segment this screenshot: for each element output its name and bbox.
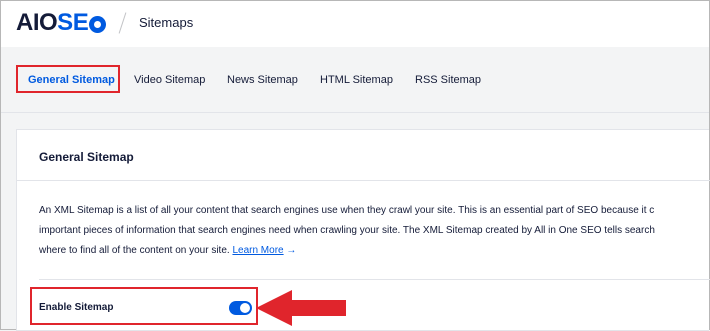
enable-sitemap-label: Enable Sitemap [39,302,114,313]
general-sitemap-card: General Sitemap An XML Sitemap is a list… [16,129,710,331]
tab-rss-sitemap[interactable]: RSS Sitemap [415,74,481,86]
settings-divider [39,279,710,280]
tab-video-sitemap[interactable]: Video Sitemap [134,74,205,86]
card-header-divider [17,180,710,181]
logo-text-s: S [57,9,73,36]
logo-text-e: E [72,9,89,36]
sitemap-tabs: General Sitemap Video Sitemap News Sitem… [1,47,709,113]
learn-more-link[interactable]: Learn More [232,245,283,256]
breadcrumb-separator [118,12,127,34]
red-arrow-left-icon [256,290,346,326]
breadcrumb: Sitemaps [139,15,194,30]
description-line-3-text: where to find all of the content on your… [39,245,230,256]
sitemap-description: An XML Sitemap is a list of all your con… [39,201,710,261]
logo-text-aio: AIO [16,9,58,36]
tabs-divider [1,112,709,113]
top-bar: AIO S E Sitemaps [1,1,709,47]
toggle-knob [240,303,250,313]
enable-sitemap-toggle[interactable] [229,301,252,315]
arrow-right-icon: → [286,245,297,256]
tab-news-sitemap[interactable]: News Sitemap [227,74,298,86]
tab-html-sitemap[interactable]: HTML Sitemap [320,74,393,86]
aioseo-logo: AIO S E [16,9,107,37]
description-line-2: important pieces of information that sea… [39,225,655,236]
gear-icon [89,15,107,33]
description-line-3: where to find all of the content on your… [39,241,710,261]
description-line-1: An XML Sitemap is a list of all your con… [39,205,655,216]
card-title: General Sitemap [39,150,134,164]
tab-general-sitemap[interactable]: General Sitemap [28,74,115,86]
